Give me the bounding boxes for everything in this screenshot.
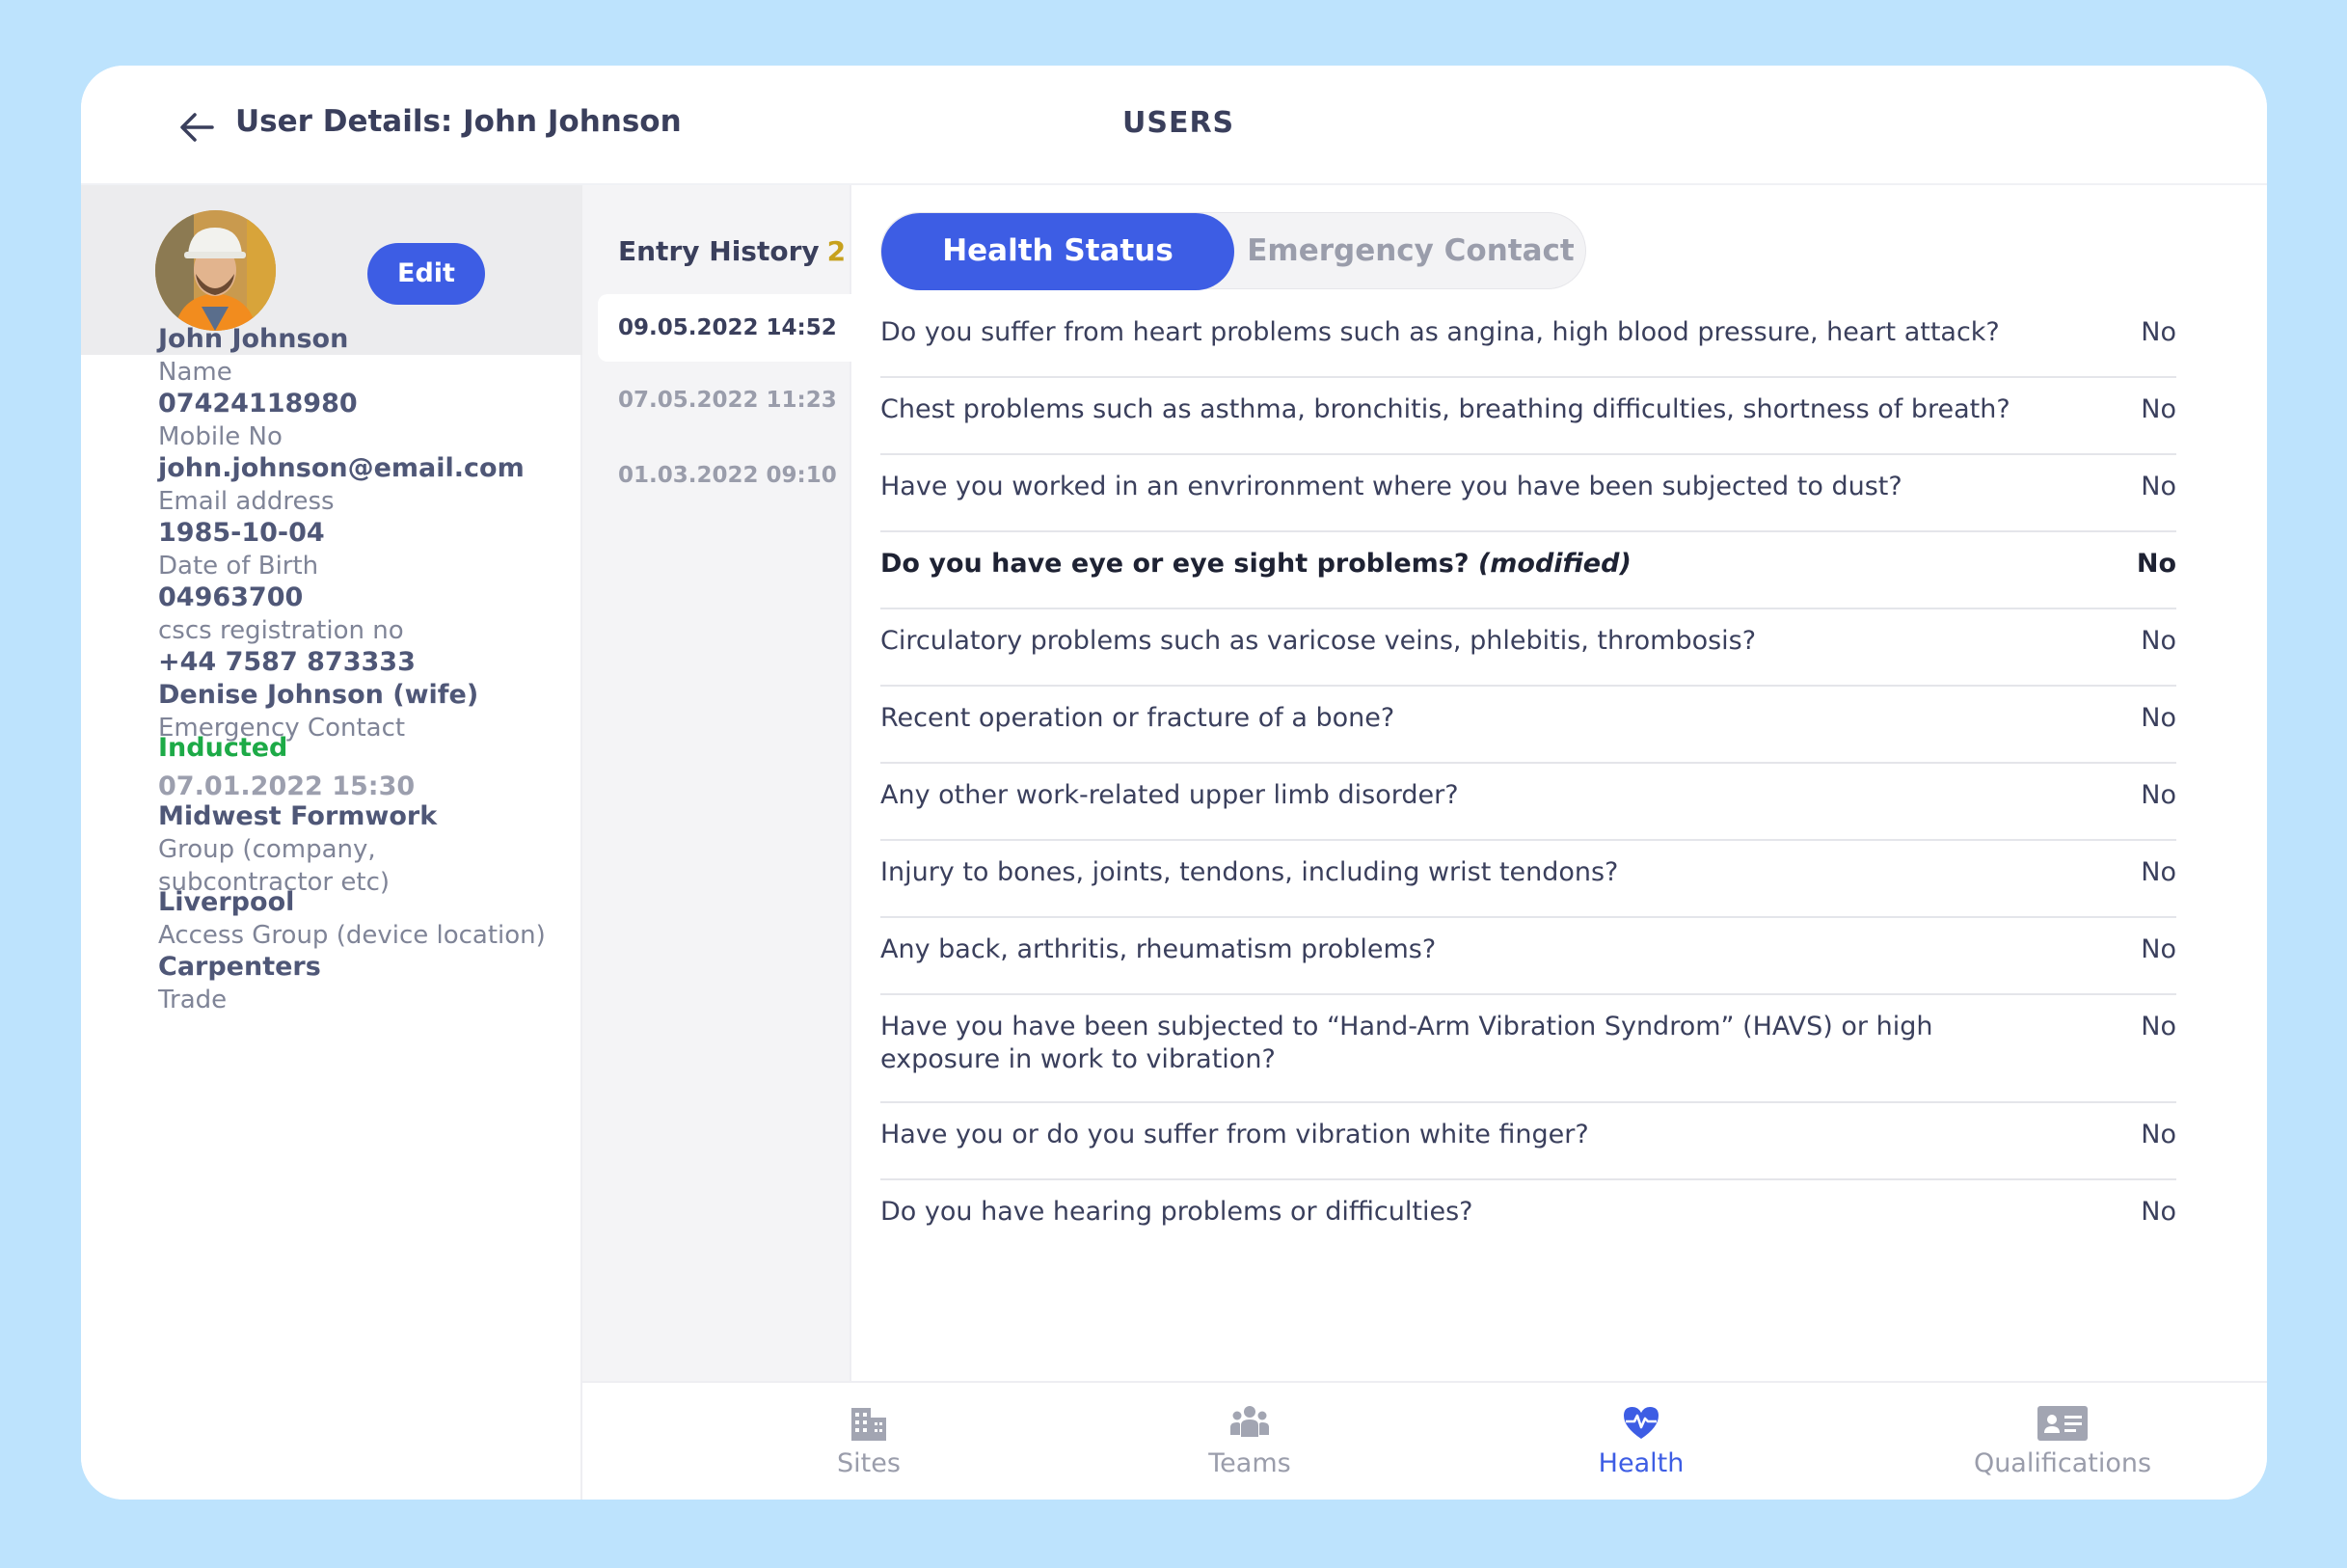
history-entry[interactable]: 01.03.2022 09:10: [598, 442, 851, 509]
modified-tag: (modified): [1477, 549, 1632, 579]
question-row-modified: Do you have eye or eye sight problems? (…: [880, 532, 2176, 609]
building-icon: [851, 1408, 886, 1441]
entry-history-title: Entry History 2: [618, 235, 847, 267]
app-window: User Details: John Johnson USERS Edit Jo…: [81, 66, 2267, 1500]
name-field: John Johnson Name: [158, 324, 349, 387]
tab-health-status[interactable]: Health Status: [881, 213, 1234, 290]
question-row: Do you suffer from heart problems such a…: [880, 301, 2176, 378]
profile-panel: Edit John Johnson Name 07424118980 Mobil…: [81, 185, 582, 1500]
id-card-icon: [2037, 1406, 2088, 1441]
question-row: Have you or do you suffer from vibration…: [880, 1103, 2176, 1180]
induction-status: Inducted 07.01.2022 15:30: [158, 732, 415, 803]
bottom-navigation: Sites Teams Health Qualifications: [582, 1381, 2267, 1500]
history-entry[interactable]: 07.05.2022 11:23: [598, 366, 851, 434]
history-entry[interactable]: 09.05.2022 14:52: [598, 294, 851, 362]
heart-pulse-icon: [1624, 1407, 1659, 1439]
question-row: Recent operation or fracture of a bone? …: [880, 687, 2176, 764]
team-icon: [1230, 1406, 1269, 1437]
question-row: Circulatory problems such as varicose ve…: [880, 609, 2176, 687]
nav-qualifications[interactable]: Qualifications: [1937, 1402, 2188, 1478]
group-field: Midwest Formwork Group (company, subcont…: [158, 801, 438, 897]
nav-health[interactable]: Health: [1516, 1402, 1767, 1478]
question-row: Any other work-related upper limb disord…: [880, 764, 2176, 841]
dob-field: 1985-10-04 Date of Birth: [158, 518, 325, 581]
emergency-contact-field: +44 7587 873333 Denise Johnson (wife) Em…: [158, 647, 479, 743]
question-row: Any back, arthritis, rheumatism problems…: [880, 918, 2176, 995]
access-group-field: Liverpool Access Group (device location): [158, 887, 546, 950]
edit-button[interactable]: Edit: [367, 243, 485, 305]
tab-emergency-contact[interactable]: Emergency Contact: [1234, 213, 1587, 290]
cscs-field: 04963700 cscs registration no: [158, 582, 404, 645]
nav-teams[interactable]: Teams: [1124, 1402, 1375, 1478]
back-arrow-icon[interactable]: [175, 106, 218, 149]
health-status-panel: Health Status Emergency Contact Do you s…: [851, 185, 2267, 1381]
question-row: Injury to bones, joints, tendons, includ…: [880, 841, 2176, 918]
entry-history-count: 2: [826, 235, 847, 267]
header: User Details: John Johnson USERS: [81, 66, 2267, 185]
entry-history-panel: Entry History 2 09.05.2022 14:52 07.05.20…: [582, 185, 851, 1381]
question-row: Have you worked in an envrironment where…: [880, 455, 2176, 532]
avatar: [155, 210, 276, 331]
mobile-field: 07424118980 Mobile No: [158, 389, 358, 451]
question-row: Have you have been subjected to “Hand-Ar…: [880, 995, 2176, 1103]
avatar-image: [155, 210, 276, 331]
trade-field: Carpenters Trade: [158, 952, 321, 1014]
induction-date: 07.01.2022 15:30: [158, 771, 416, 801]
tab-bar: Health Status Emergency Contact: [880, 212, 1587, 290]
inducted-badge: Inducted: [158, 733, 288, 763]
section-title: USERS: [1122, 106, 1235, 140]
question-row: Chest problems such as asthma, bronchiti…: [880, 378, 2176, 455]
question-row: Do you have hearing problems or difficul…: [880, 1197, 2176, 1227]
nav-sites[interactable]: Sites: [743, 1402, 994, 1478]
page-title: User Details: John Johnson: [235, 104, 682, 139]
email-field: john.johnson@email.com Email address: [158, 453, 525, 516]
